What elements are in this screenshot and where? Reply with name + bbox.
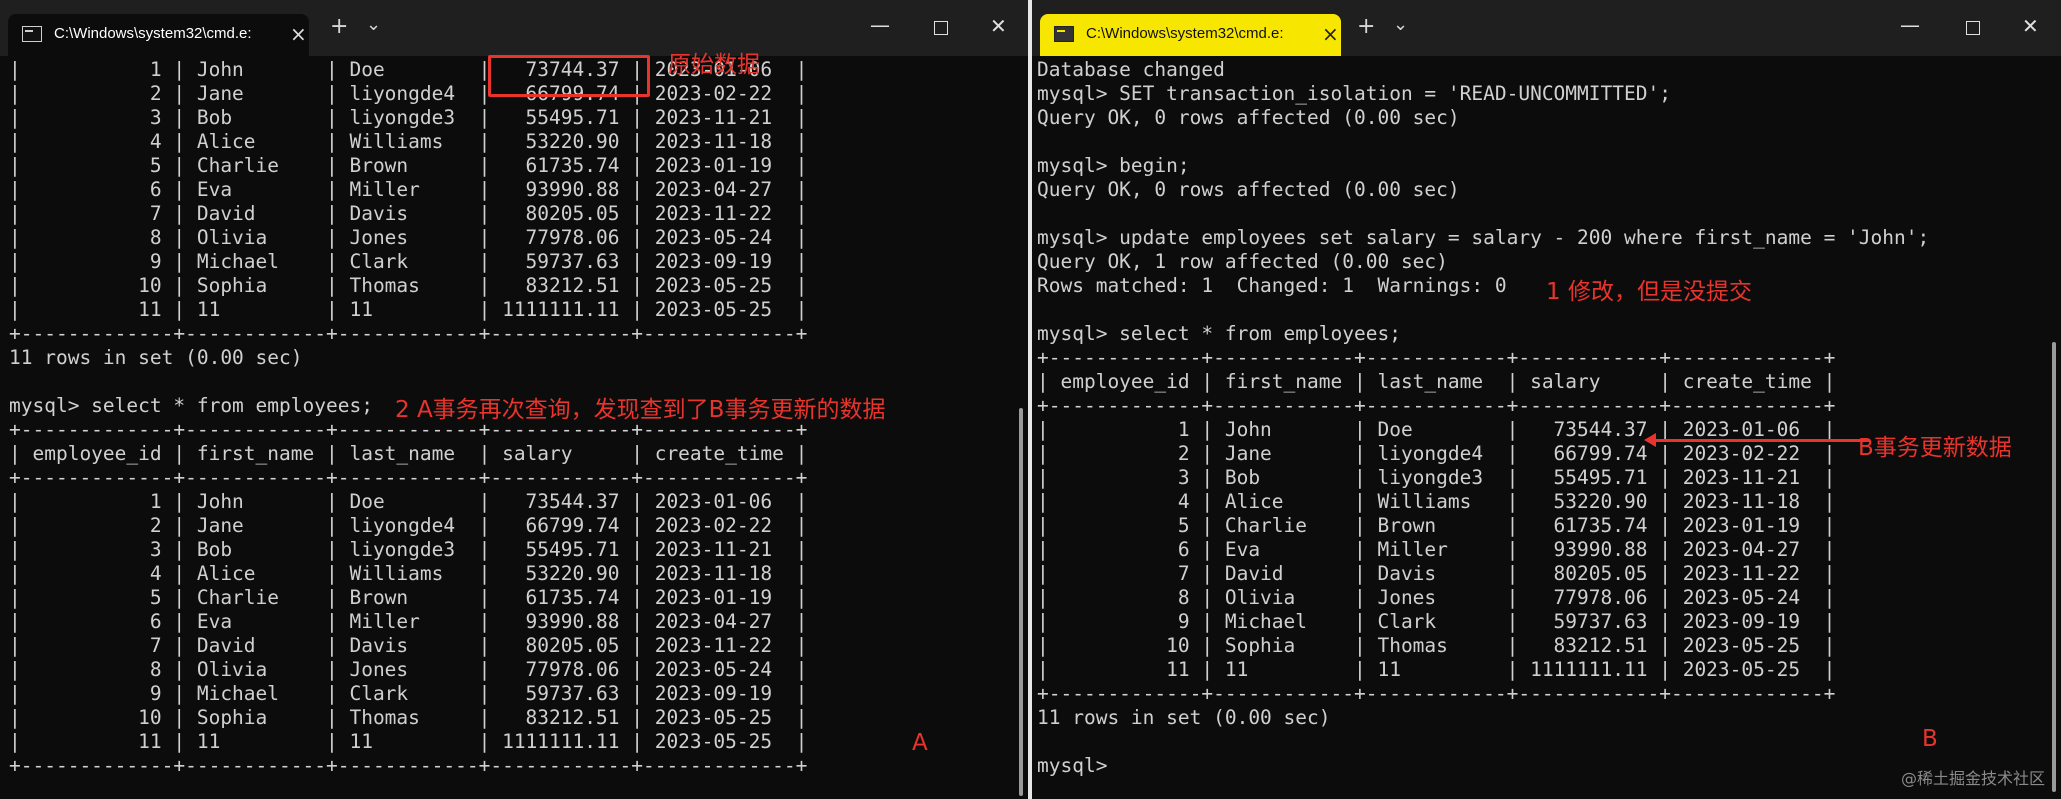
console-line: | 3 | Bob | liyongde3 | 55495.71 | 2023-… [9, 106, 808, 129]
console-line: | 1 | John | Doe | 73544.37 | 2023-01-06… [9, 490, 808, 513]
console-line: 11 rows in set (0.00 sec) [1037, 706, 1331, 729]
console-line: Query OK, 0 rows affected (0.00 sec) [1037, 106, 1460, 129]
tab-dropdown-button[interactable]: ⌄ [1393, 12, 1408, 38]
console-line: mysql> update employees set salary = sal… [1037, 226, 1930, 249]
console-line: mysql> select * from employees; [1037, 322, 1401, 345]
arrow-icon [1644, 433, 1870, 447]
console-line: | 6 | Eva | Miller | 93990.88 | 2023-04-… [1037, 538, 1836, 561]
title-bar: C:\Windows\system32\cmd.e: × + ⌄ — ✕ [0, 0, 1028, 56]
console-line: | 4 | Alice | Williams | 53220.90 | 2023… [9, 562, 808, 585]
tab-close-icon[interactable]: × [290, 22, 307, 46]
console-line: | 9 | Michael | Clark | 59737.63 | 2023-… [1037, 610, 1836, 633]
console-line: +-------------+------------+------------… [9, 466, 808, 489]
console-line: | 10 | Sophia | Thomas | 83212.51 | 2023… [1037, 634, 1836, 657]
console-line: 11 rows in set (0.00 sec) [9, 346, 303, 369]
highlight-box [488, 55, 650, 97]
console-line: | 7 | David | Davis | 80205.05 | 2023-11… [1037, 562, 1836, 585]
tab-cmd[interactable]: C:\Windows\system32\cmd.e: × [8, 14, 309, 56]
console-line: | 9 | Michael | Clark | 59737.63 | 2023-… [9, 250, 808, 273]
console-line: mysql> SET transaction_isolation = 'READ… [1037, 82, 1671, 105]
console-line: | 7 | David | Davis | 80205.05 | 2023-11… [9, 202, 808, 225]
console-line: +-------------+------------+------------… [1037, 346, 1836, 369]
console-line: | 3 | Bob | liyongde3 | 55495.71 | 2023-… [1037, 466, 1836, 489]
console-line: | 10 | Sophia | Thomas | 83212.51 | 2023… [9, 706, 808, 729]
console-line: | 7 | David | Davis | 80205.05 | 2023-11… [9, 634, 808, 657]
scrollbar[interactable] [2050, 62, 2058, 793]
console-line: +-------------+------------+------------… [9, 322, 808, 345]
console-line: | 8 | Olivia | Jones | 77978.06 | 2023-0… [1037, 586, 1836, 609]
console-line: | 8 | Olivia | Jones | 77978.06 | 2023-0… [9, 226, 808, 249]
console-line: | employee_id | first_name | last_name |… [1037, 370, 1836, 393]
scrollbar-thumb[interactable] [1019, 408, 1023, 796]
annotation-label-a: A [912, 730, 928, 756]
tab-close-icon[interactable]: × [1322, 22, 1339, 46]
new-tab-button[interactable]: + [330, 14, 348, 40]
annotation-label-b: B [1922, 726, 1938, 752]
console-line: | 5 | Charlie | Brown | 61735.74 | 2023-… [1037, 514, 1836, 537]
console-line: | 6 | Eva | Miller | 93990.88 | 2023-04-… [9, 610, 808, 633]
console-line: +-------------+------------+------------… [9, 754, 808, 777]
watermark: @稀土掘金技术社区 [1900, 769, 2045, 788]
scrollbar-thumb[interactable] [2052, 342, 2056, 792]
annotation-step2: 2 A事务再次查询，发现查到了B事务更新的数据 [395, 397, 886, 423]
terminal-window-a: C:\Windows\system32\cmd.e: × + ⌄ — ✕ | 1… [0, 0, 1028, 799]
console-line: +-------------+------------+------------… [1037, 394, 1836, 417]
console-line: Query OK, 1 row affected (0.00 sec) [1037, 250, 1448, 273]
maximize-button[interactable] [1966, 21, 1980, 35]
new-tab-button[interactable]: + [1357, 14, 1375, 40]
console-line: | 9 | Michael | Clark | 59737.63 | 2023-… [9, 682, 808, 705]
console-line: | 6 | Eva | Miller | 93990.88 | 2023-04-… [9, 178, 808, 201]
annotation-step1: 1 修改，但是没提交 [1546, 279, 1752, 305]
terminal-window-b: C:\Windows\system32\cmd.e: × + ⌄ — ✕ Dat… [1032, 0, 2061, 799]
console-line: Query OK, 0 rows affected (0.00 sec) [1037, 178, 1460, 201]
terminal-icon [22, 26, 42, 42]
console-line: | 11 | 11 | 11 | 1111111.11 | 2023-05-25… [1037, 658, 1836, 681]
console-line: | 8 | Olivia | Jones | 77978.06 | 2023-0… [9, 658, 808, 681]
console-line: | 2 | Jane | liyongde4 | 66799.74 | 2023… [9, 514, 808, 537]
tab-dropdown-button[interactable]: ⌄ [366, 12, 381, 38]
console-line: mysql> begin; [1037, 154, 1190, 177]
console-line: | 5 | Charlie | Brown | 61735.74 | 2023-… [9, 154, 808, 177]
console-line: | 10 | Sophia | Thomas | 83212.51 | 2023… [9, 274, 808, 297]
console-line: | 4 | Alice | Williams | 53220.90 | 2023… [1037, 490, 1836, 513]
minimize-button[interactable]: — [870, 12, 890, 38]
tab-title: C:\Windows\system32\cmd.e: [54, 25, 252, 42]
console-line: | 3 | Bob | liyongde3 | 55495.71 | 2023-… [9, 538, 808, 561]
annotation-b-updated: B事务更新数据 [1858, 435, 2012, 461]
maximize-button[interactable] [934, 21, 948, 35]
scrollbar[interactable] [1017, 62, 1025, 796]
console-line: Database changed [1037, 58, 1225, 81]
tab-cmd[interactable]: C:\Windows\system32\cmd.e: × [1040, 14, 1341, 56]
console-line: | 5 | Charlie | Brown | 61735.74 | 2023-… [9, 586, 808, 609]
tab-title: C:\Windows\system32\cmd.e: [1086, 25, 1284, 42]
console-line: +-------------+------------+------------… [1037, 682, 1836, 705]
terminal-icon [1054, 26, 1074, 42]
title-bar: C:\Windows\system32\cmd.e: × + ⌄ — ✕ [1032, 0, 2061, 56]
annotation-original-data: 原始数据 [668, 52, 760, 78]
console-line: | employee_id | first_name | last_name |… [9, 442, 808, 465]
minimize-button[interactable]: — [1900, 12, 1920, 38]
close-button[interactable]: ✕ [2022, 13, 2039, 39]
console-line: | 11 | 11 | 11 | 1111111.11 | 2023-05-25… [9, 298, 808, 321]
console-output[interactable]: | 1 | John | Doe | 73744.37 | 2023-01-06… [0, 58, 1028, 799]
console-line: | 4 | Alice | Williams | 53220.90 | 2023… [9, 130, 808, 153]
console-line: | 11 | 11 | 11 | 1111111.11 | 2023-05-25… [9, 730, 808, 753]
close-button[interactable]: ✕ [990, 13, 1007, 39]
